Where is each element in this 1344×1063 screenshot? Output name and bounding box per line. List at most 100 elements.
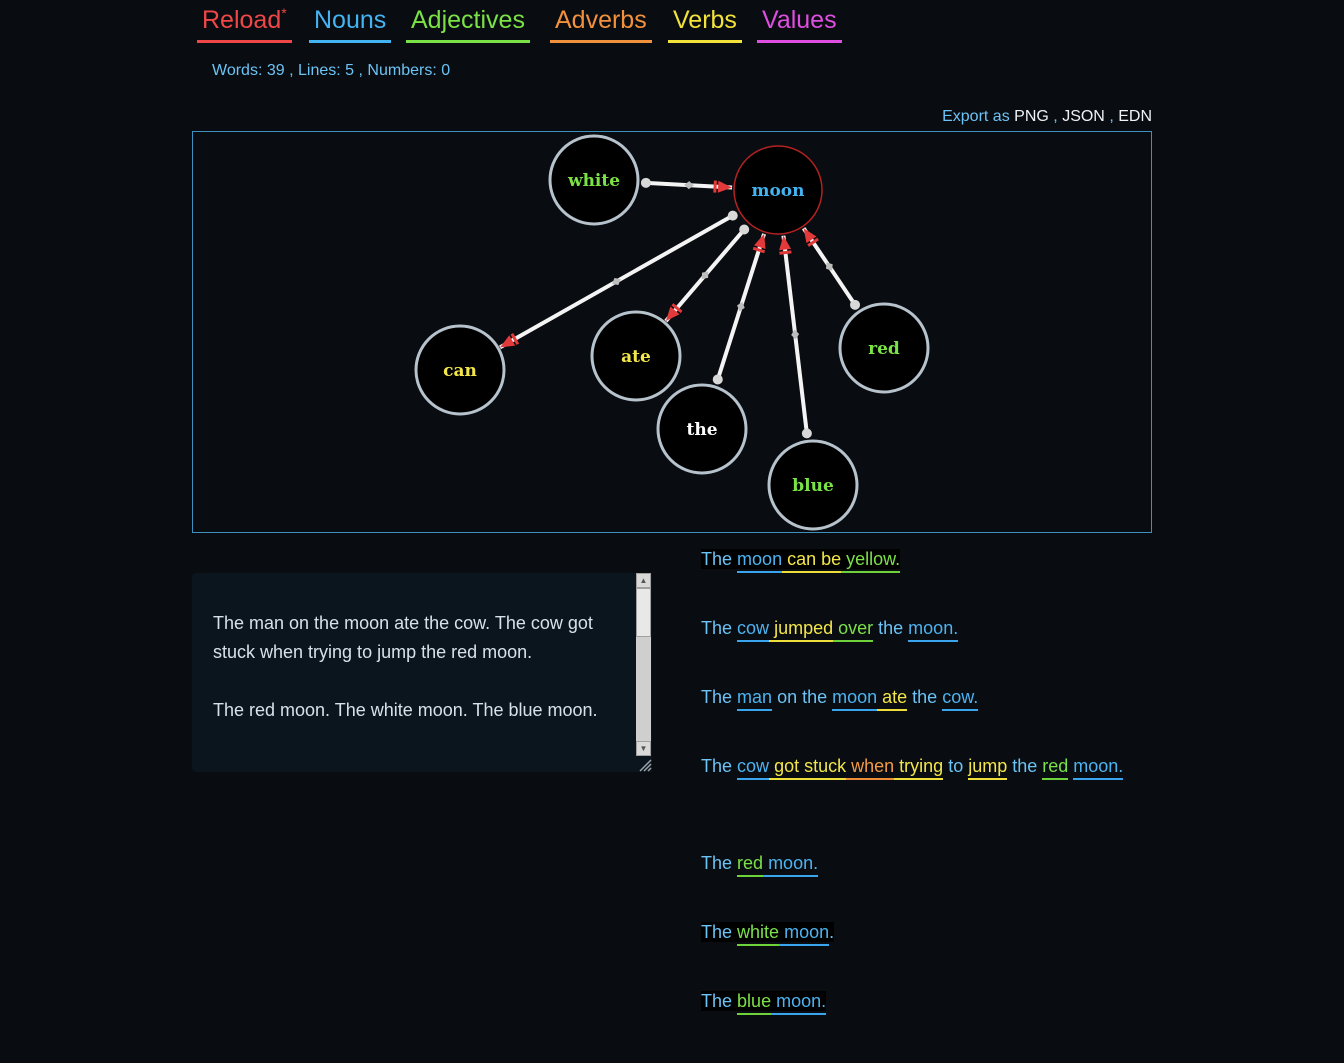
plain-word: The <box>701 853 733 873</box>
tab-values-label: Values <box>762 6 837 34</box>
node-label: ate <box>621 347 651 367</box>
sentence: The cow jumped over the moon. <box>701 614 1151 642</box>
plain-word: The <box>701 922 733 942</box>
export-bar: Export as PNG , JSON , EDN <box>942 108 1152 126</box>
noun-word: moon <box>737 549 783 573</box>
node-label: the <box>686 420 717 440</box>
node-red[interactable]: red <box>838 302 930 394</box>
node-label: moon <box>751 181 804 201</box>
lines-label: Lines: <box>298 62 341 79</box>
separator: , <box>358 62 363 79</box>
editor-scrollbar[interactable]: ▲ ▼ <box>635 573 652 772</box>
node-label: red <box>868 339 900 359</box>
tab-values[interactable]: Values <box>757 0 842 43</box>
editor-paragraph: The man on the moon ate the cow. The cow… <box>213 613 593 662</box>
verb-word: trying <box>894 756 944 780</box>
noun-word: cow <box>737 618 770 642</box>
sentence: The cow got stuck when trying to jump th… <box>701 752 1151 780</box>
verb-word: jumped <box>769 618 834 642</box>
tab-nouns[interactable]: Nouns <box>309 0 392 43</box>
tab-adjectives-label: Adjectives <box>411 6 525 34</box>
tab-verbs[interactable]: Verbs <box>668 0 742 43</box>
unsaved-marker: * <box>281 5 287 21</box>
noun-word: moon. <box>1073 756 1124 780</box>
sentence: The white moon. <box>701 918 1151 946</box>
words-count: 39 <box>266 62 285 79</box>
noun-word: moon. <box>763 853 819 877</box>
tab-reload-label: Reload <box>202 6 282 34</box>
resize-grip-icon[interactable] <box>638 758 652 772</box>
separator: , <box>1053 108 1058 125</box>
node-label: can <box>443 361 477 381</box>
noun-word: man <box>737 687 773 711</box>
plain-word: The <box>701 991 733 1011</box>
node-label: white <box>567 171 620 191</box>
export-edn-link[interactable]: EDN <box>1118 108 1152 125</box>
scroll-down-icon[interactable]: ▼ <box>636 741 651 756</box>
export-png-link[interactable]: PNG <box>1014 108 1049 125</box>
separator: , <box>289 62 294 79</box>
adjective-word: red <box>1042 756 1069 780</box>
noun-word: cow. <box>942 687 979 711</box>
node-ate[interactable]: ate <box>590 310 682 402</box>
node-label: blue <box>792 476 834 496</box>
node-can[interactable]: can <box>414 324 506 416</box>
plain-word: The <box>701 756 733 776</box>
word-graph-panel[interactable]: white moon can ate the blue red <box>192 131 1152 533</box>
numbers-count: 0 <box>441 62 451 79</box>
adjective-word: red <box>737 853 764 877</box>
tab-adverbs-label: Adverbs <box>555 6 647 34</box>
editor-paragraph: The red moon. The white moon. The blue m… <box>213 700 598 720</box>
link-red-moon[interactable] <box>801 227 861 310</box>
adjective-word: blue <box>737 991 772 1015</box>
tab-reload[interactable]: Reload* <box>197 0 292 43</box>
words-label: Words: <box>212 62 263 79</box>
link-moon-ate[interactable] <box>664 224 750 323</box>
adverb-word: when <box>846 756 895 780</box>
scrollbar-thumb[interactable] <box>636 588 651 637</box>
adjective-word: white <box>737 922 780 946</box>
export-label: Export as <box>942 108 1010 125</box>
link-white-moon[interactable] <box>640 177 733 193</box>
adjective-word: over <box>833 618 874 642</box>
plain-word: the <box>1007 756 1043 776</box>
verb-word: ate <box>877 687 908 711</box>
plain-word: The <box>701 549 733 569</box>
separator: , <box>1109 108 1114 125</box>
tab-verbs-label: Verbs <box>673 6 737 34</box>
export-json-link[interactable]: JSON <box>1062 108 1105 125</box>
word-graph[interactable]: white moon can ate the blue red <box>193 132 1151 532</box>
tab-adverbs[interactable]: Adverbs <box>550 0 652 43</box>
noun-word: moon. <box>908 618 959 642</box>
tab-adjectives[interactable]: Adjectives <box>406 0 530 43</box>
link-blue-moon[interactable] <box>779 235 812 439</box>
plain-word: . <box>829 922 835 942</box>
verb-word: can be <box>782 549 842 573</box>
verb-word: got stuck <box>769 756 847 780</box>
node-the[interactable]: the <box>656 383 748 475</box>
plain-word: the <box>873 618 909 638</box>
verb-word: jump <box>968 756 1008 780</box>
sentence: The blue moon. <box>701 987 1151 1015</box>
sentence: The red moon. <box>701 849 1151 877</box>
tab-nouns-label: Nouns <box>314 6 387 34</box>
noun-word: moon <box>832 687 878 711</box>
plain-word: on the <box>772 687 833 707</box>
text-editor[interactable]: The man on the moon ate the cow. The cow… <box>192 573 652 772</box>
node-blue[interactable]: blue <box>767 439 859 531</box>
noun-word: cow <box>737 756 770 780</box>
lines-count: 5 <box>345 62 355 79</box>
plain-word: The <box>701 687 733 707</box>
node-moon[interactable]: moon <box>733 145 823 235</box>
scroll-up-icon[interactable]: ▲ <box>636 573 651 588</box>
node-white[interactable]: white <box>548 134 640 226</box>
sentence: The man on the moon ate the cow. <box>701 683 1151 711</box>
noun-word: moon <box>779 922 830 946</box>
editor-text[interactable]: The man on the moon ate the cow. The cow… <box>213 609 613 754</box>
text-stats: Words: 39 , Lines: 5 , Numbers: 0 <box>212 62 450 80</box>
adjective-word: yellow. <box>841 549 901 573</box>
numbers-label: Numbers: <box>367 62 437 79</box>
plain-word: The <box>701 618 733 638</box>
plain-word: the <box>907 687 943 707</box>
noun-word: moon. <box>771 991 827 1015</box>
